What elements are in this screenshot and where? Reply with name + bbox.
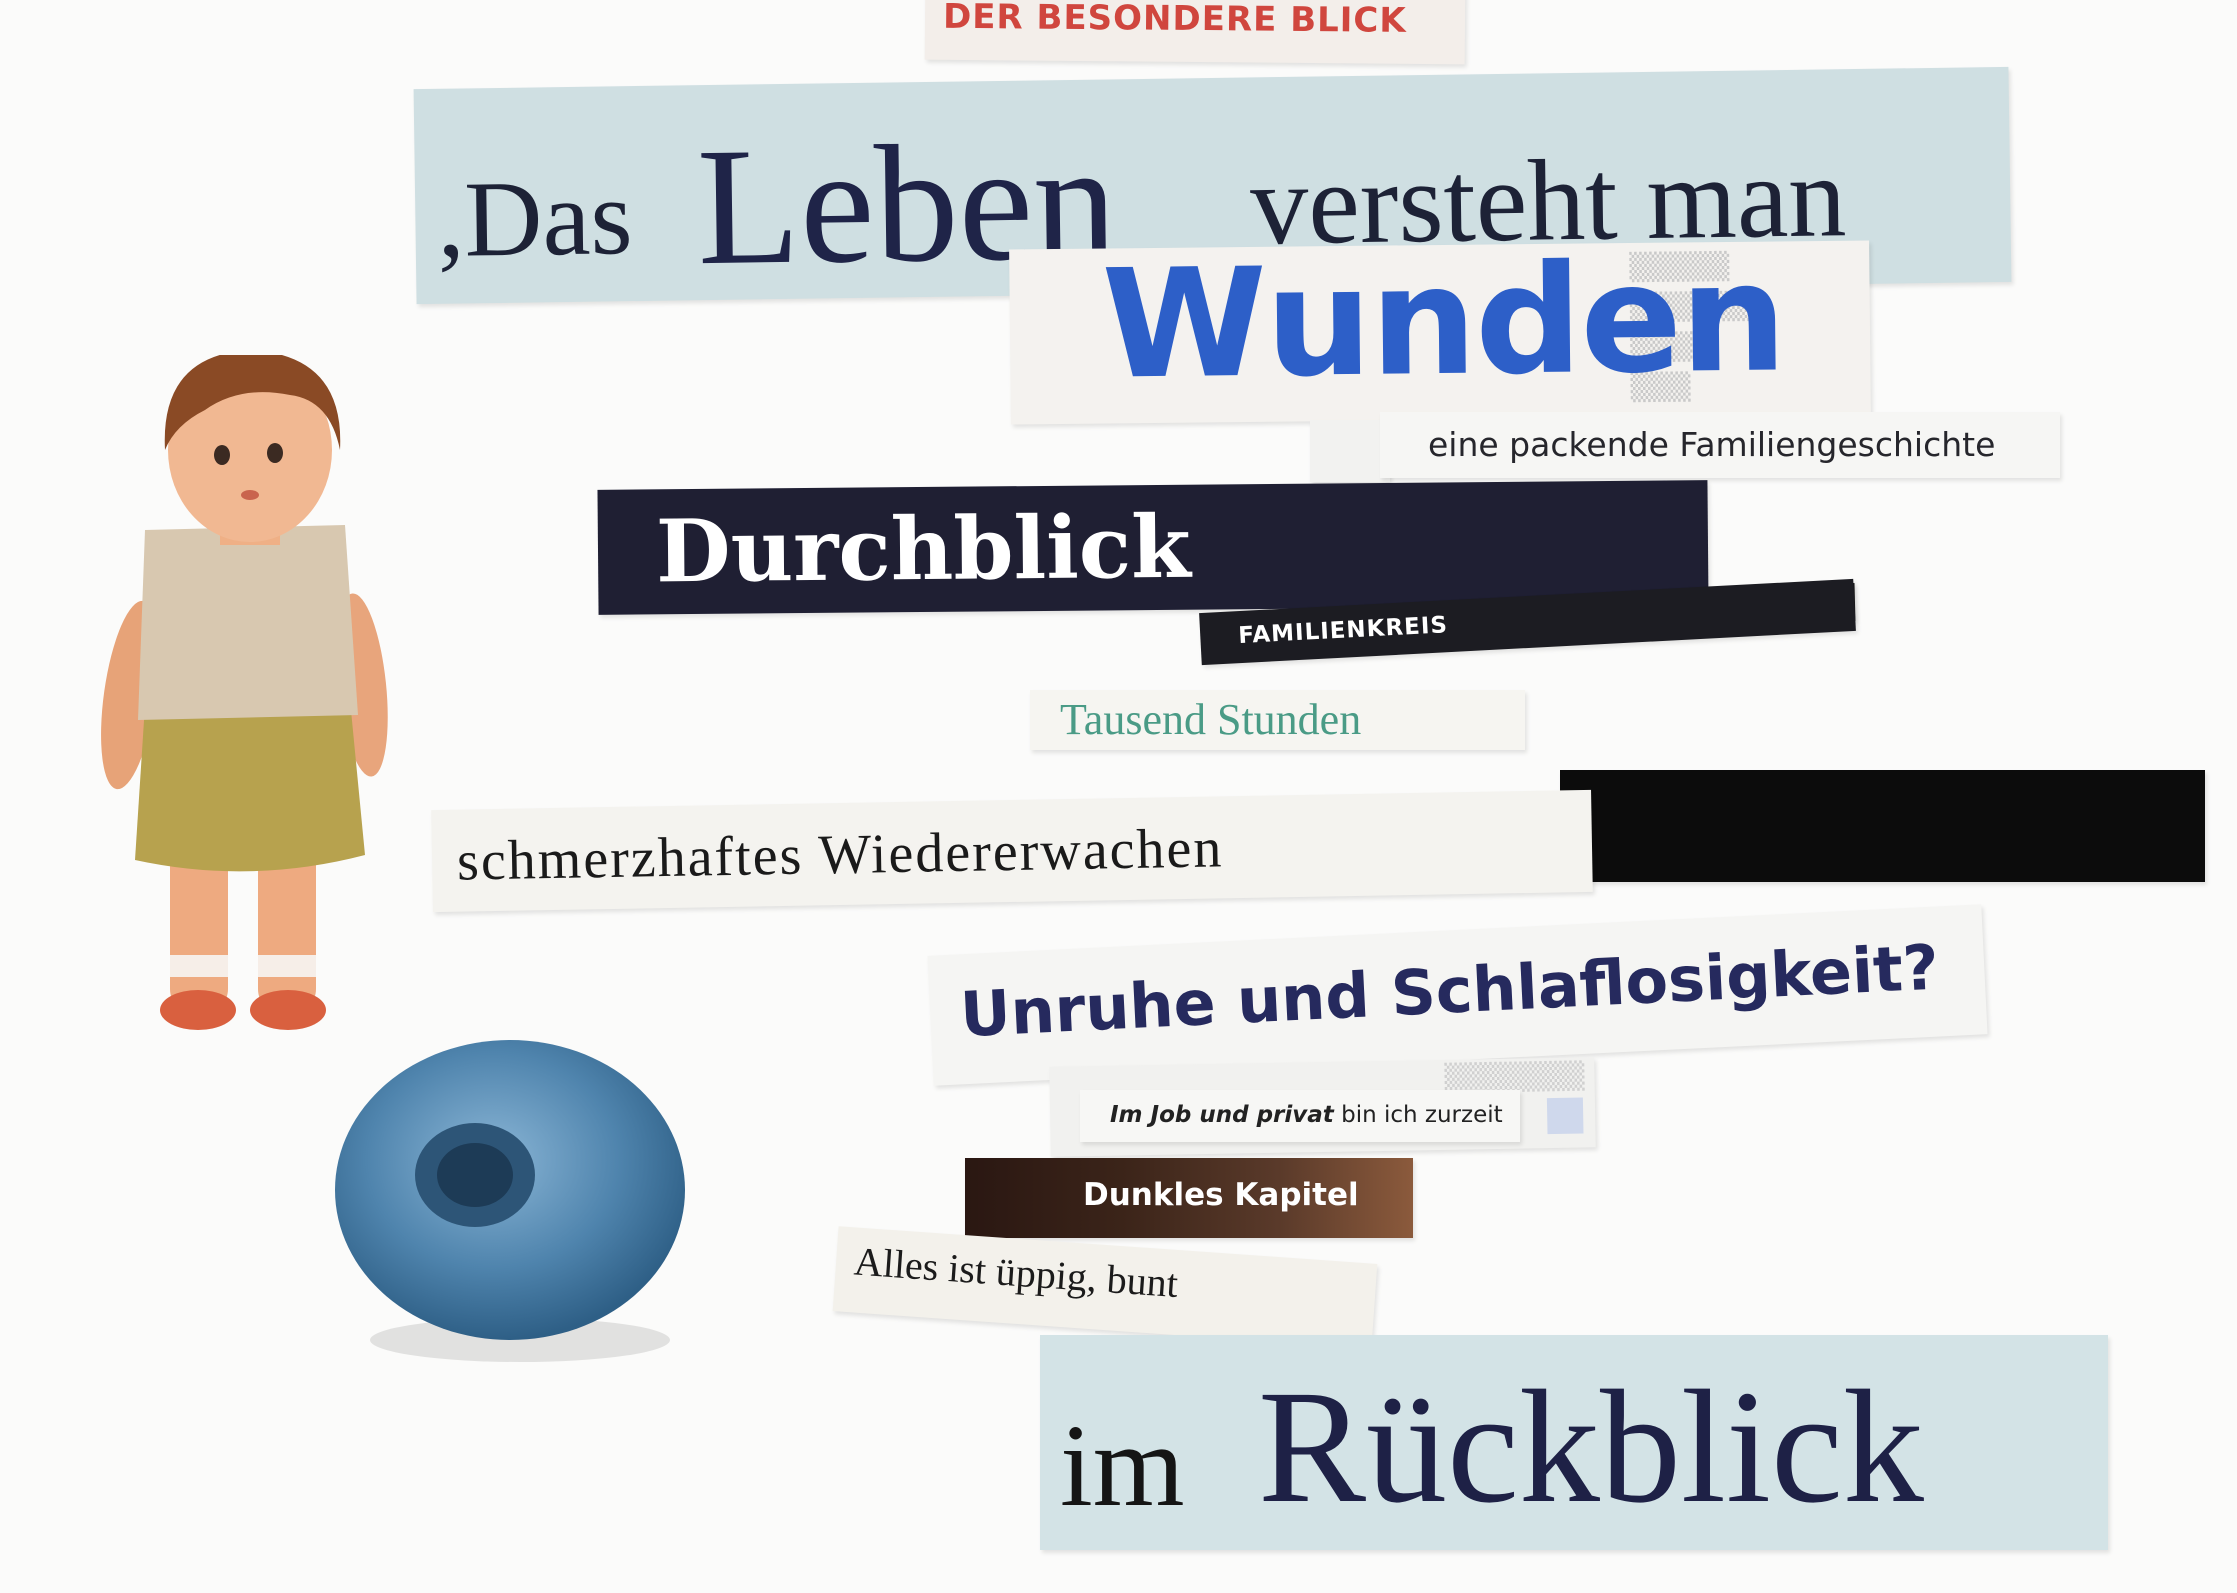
clipping-wunden: ▒▒▒▒▒ ▒▒▒▒▒▒ ▒▒▒▒ ▒▒▒ Wunden xyxy=(1009,231,1871,425)
black-block xyxy=(1560,770,2205,882)
doll-skirt xyxy=(135,700,365,872)
clipping-unruhe: Unruhe und Schlaflosigkeit? xyxy=(927,904,1988,1086)
doll-sock-left xyxy=(170,955,228,977)
clipping-text: DER BESONDERE BLICK xyxy=(942,0,1407,41)
clipping-text: Durchblick xyxy=(655,496,1192,603)
doll-shoe-right xyxy=(250,990,326,1030)
clipping-text: Alles ist üppig, bunt xyxy=(852,1238,1180,1307)
clipping-im-rueckblick: im Rückblick xyxy=(1040,1335,2108,1550)
faded-print: ▒▒▒▒▒▒▒ xyxy=(1444,1061,1585,1094)
doll-shirt xyxy=(138,525,358,720)
clipping-dunkles-kapitel: Dunkles Kapitel xyxy=(965,1158,1413,1238)
clipping-im-job: Im Job und privat bin ich zurzeit xyxy=(1080,1090,1520,1142)
clipping-tausend-stunden: Tausend Stunden xyxy=(1030,690,1525,750)
clipping-text: Im Job und privat bin ich zurzeit xyxy=(1110,1104,1503,1127)
clipping-text: Rückblick xyxy=(1258,1358,1924,1537)
blue-ring-toy xyxy=(335,1040,685,1362)
doll-mouth xyxy=(241,490,259,500)
ring-hole xyxy=(437,1143,513,1207)
clipping-text: eine packende Familiengeschichte xyxy=(1428,425,1996,464)
doll-sock-right xyxy=(258,955,316,977)
doll-shoe-left xyxy=(160,990,236,1030)
clipping-text: Wunden xyxy=(1100,231,1786,413)
clipping-text: im xyxy=(1060,1400,1185,1531)
clipping-text: FAMILIENKREIS xyxy=(1237,612,1449,650)
clipping-alles-ist-ueppig: Alles ist üppig, bunt xyxy=(832,1226,1378,1349)
clipping-familiengeschichte: eine packende Familiengeschichte xyxy=(1380,412,2060,478)
clipping-text-bold: Im Job und privat xyxy=(1110,1102,1334,1128)
clipping-schmerzhaftes-wiedererwachen: schmerzhaftes Wiedererwachen xyxy=(431,789,1593,913)
clipping-text: Dunkles Kapitel xyxy=(1083,1177,1359,1213)
clipping-der-besondere-blick: DER BESONDERE BLICK xyxy=(924,0,1466,65)
doll-figure xyxy=(101,355,388,1030)
doll-eye-right xyxy=(267,443,283,463)
clipping-text: Tausend Stunden xyxy=(1060,695,1362,744)
blank-clipping xyxy=(1310,420,1390,482)
blue-patch xyxy=(1546,1097,1584,1135)
clipping-text: Unruhe und Schlaflosigkeit? xyxy=(958,930,1941,1052)
doll-eye-left xyxy=(214,445,230,465)
clipping-text: schmerzhaftes Wiedererwachen xyxy=(456,817,1224,893)
clipping-text-rest: bin ich zurzeit xyxy=(1333,1102,1503,1128)
clipping-text: ,Das xyxy=(436,158,634,280)
